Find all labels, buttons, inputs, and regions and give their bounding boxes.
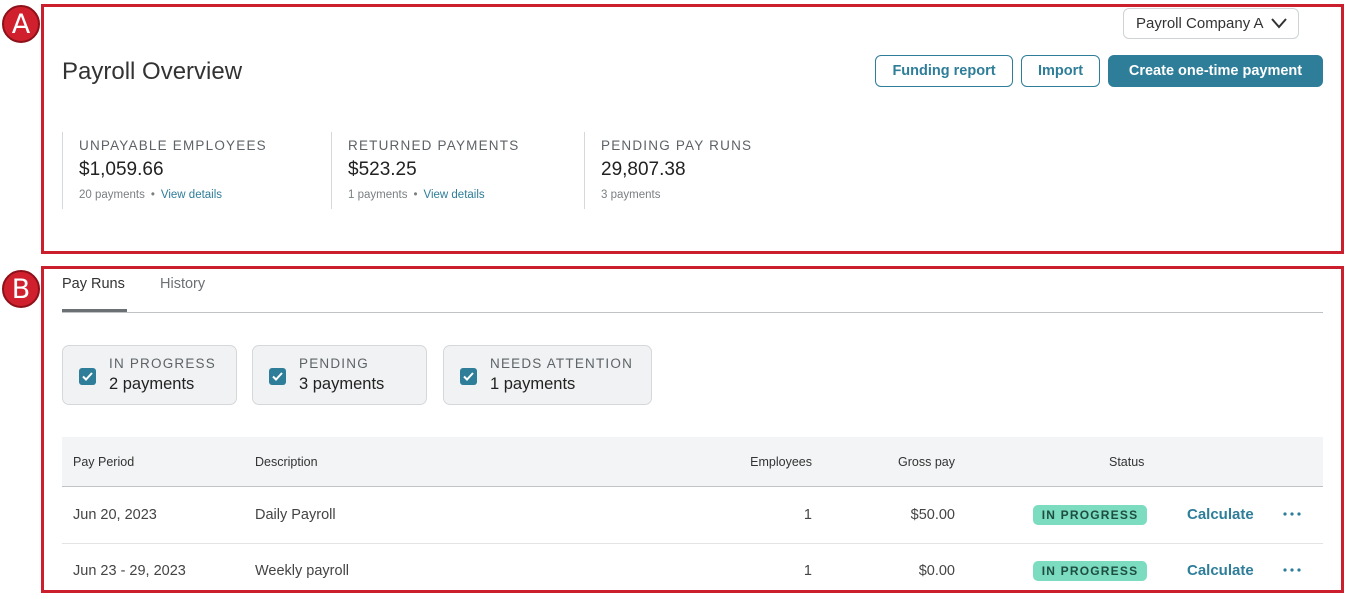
filter-count: 1 payments [490, 375, 576, 393]
calculate-link[interactable]: Calculate [1187, 506, 1254, 523]
stat-returned-payments: RETURNED PAYMENTS $523.25 1 payments • Vie… [331, 132, 584, 209]
cell-pay-period: Jun 20, 2023 [73, 507, 157, 523]
checkbox[interactable] [460, 368, 477, 385]
stat-label: UNPAYABLE EMPLOYEES [79, 138, 267, 153]
stat-value: $523.25 [348, 159, 417, 180]
cell-pay-period: Jun 23 - 29, 2023 [73, 563, 186, 579]
filter-pending[interactable]: PENDING 3 payments [252, 345, 427, 405]
column-header-pay-period[interactable]: Pay Period [73, 455, 134, 469]
stat-value: $1,059.66 [79, 159, 164, 180]
stat-pending-pay-runs: PENDING PAY RUNS 29,807.38 3 payments [584, 132, 814, 209]
checkmark-icon [272, 372, 283, 381]
callout-box-a [41, 4, 1344, 254]
page-title: Payroll Overview [62, 58, 243, 85]
table-row[interactable]: Jun 20, 2023 Daily Payroll 1 $50.00 IN P… [62, 488, 1323, 544]
chevron-down-icon [1271, 18, 1287, 29]
callout-badge-a: A [2, 5, 40, 43]
column-header-status[interactable]: Status [1109, 455, 1144, 469]
cell-employees: 1 [803, 507, 812, 523]
stat-unpayable-employees: UNPAYABLE EMPLOYEES $1,059.66 20 payment… [62, 132, 331, 209]
filter-title: PENDING [299, 356, 369, 371]
more-horizontal-icon[interactable] [1282, 564, 1302, 576]
column-header-description[interactable]: Description [255, 455, 318, 469]
checkbox[interactable] [269, 368, 286, 385]
status-badge: IN PROGRESS [1033, 505, 1147, 525]
company-select[interactable]: Payroll Company A [1123, 8, 1299, 39]
filter-in-progress[interactable]: IN PROGRESS 2 payments [62, 345, 237, 405]
more-horizontal-icon[interactable] [1282, 508, 1302, 520]
tab-pay-runs[interactable]: Pay Runs [62, 276, 125, 292]
filter-needs-attention[interactable]: NEEDS ATTENTION 1 payments [443, 345, 652, 405]
view-details-link[interactable]: View details [423, 189, 484, 201]
checkmark-icon [463, 372, 474, 381]
tabs-divider [62, 312, 1323, 313]
cell-employees: 1 [803, 563, 812, 579]
stat-value: 29,807.38 [601, 159, 686, 180]
cell-gross-pay: $0.00 [918, 563, 955, 579]
stat-label: RETURNED PAYMENTS [348, 138, 520, 153]
calculate-link[interactable]: Calculate [1187, 562, 1254, 579]
import-button[interactable]: Import [1021, 55, 1100, 87]
filter-title: NEEDS ATTENTION [490, 356, 634, 371]
filter-count: 2 payments [109, 375, 195, 393]
separator-dot: • [413, 189, 418, 201]
status-badge: IN PROGRESS [1033, 561, 1147, 581]
stat-count: 1 payments [348, 189, 408, 201]
stat-count: 20 payments [79, 189, 145, 201]
column-header-employees[interactable]: Employees [722, 455, 812, 469]
checkmark-icon [82, 372, 93, 381]
column-header-gross-pay[interactable]: Gross pay [865, 455, 955, 469]
create-one-time-payment-button[interactable]: Create one-time payment [1108, 55, 1323, 87]
cell-description: Daily Payroll [255, 507, 336, 523]
tab-history[interactable]: History [160, 276, 205, 292]
separator-dot: • [150, 189, 155, 201]
table-header: Pay Period Description Employees Gross p… [62, 437, 1323, 487]
cell-description: Weekly payroll [255, 563, 350, 579]
callout-badge-b: B [2, 270, 40, 308]
table-row[interactable]: Jun 23 - 29, 2023 Weekly payroll 1 $0.00… [62, 544, 1323, 594]
cell-gross-pay: $50.00 [910, 507, 955, 523]
filter-title: IN PROGRESS [109, 356, 216, 371]
view-details-link[interactable]: View details [161, 189, 222, 201]
checkbox[interactable] [79, 368, 96, 385]
stat-count: 3 payments [601, 189, 661, 201]
stat-label: PENDING PAY RUNS [601, 138, 753, 153]
filter-count: 3 payments [299, 375, 385, 393]
company-select-value: Payroll Company A [1136, 15, 1264, 32]
funding-report-button[interactable]: Funding report [875, 55, 1013, 87]
